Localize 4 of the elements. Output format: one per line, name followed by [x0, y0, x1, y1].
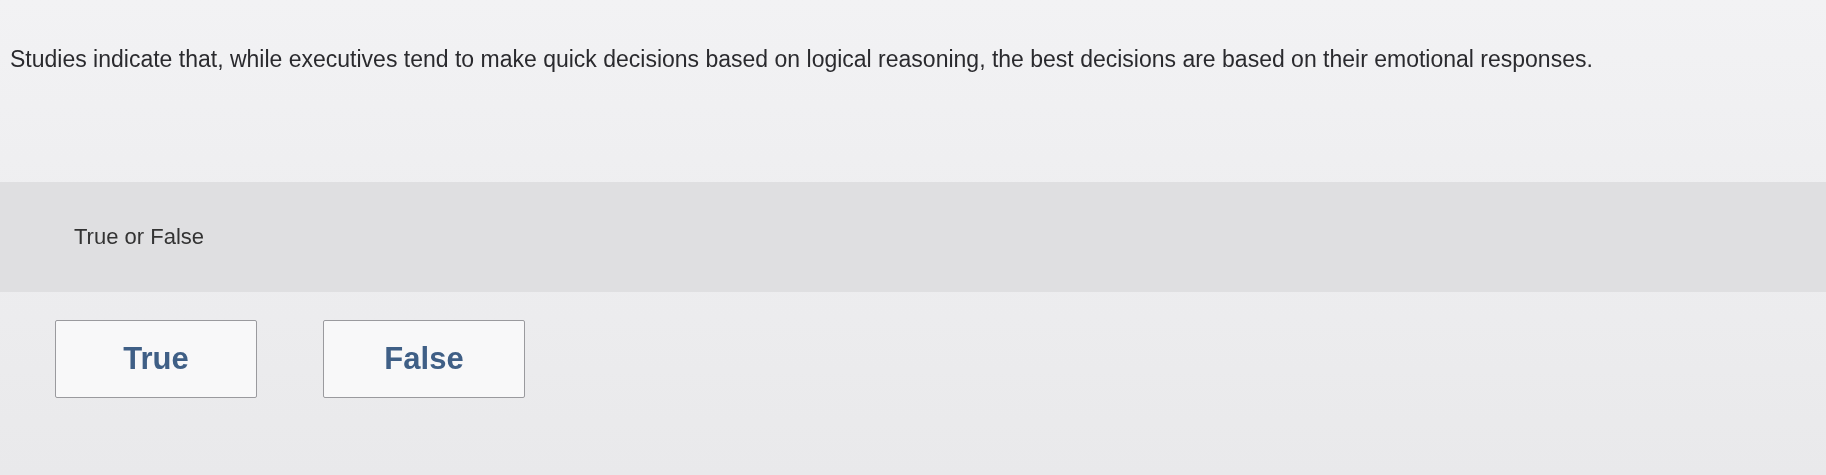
question-text: Studies indicate that, while executives tend to make quick decisions based on logical reasoning, the best decisions are based on their emotional responses. [9, 45, 1594, 74]
prompt-label: True or False [74, 224, 204, 250]
answer-button[interactable]: True [55, 320, 257, 398]
answer-button[interactable]: False [323, 320, 525, 398]
